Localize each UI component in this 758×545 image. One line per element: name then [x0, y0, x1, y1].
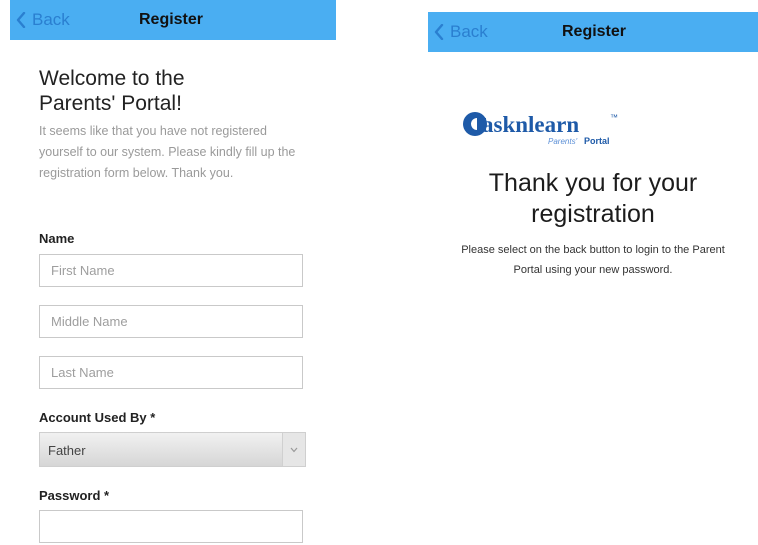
- welcome-message: It seems like that you have not register…: [39, 124, 296, 180]
- welcome-heading-line2: Parents' Portal!: [39, 92, 182, 115]
- asknlearn-logo: asknlearn ™ Parents' Portal: [463, 112, 618, 146]
- registration-success-screen: Back Register asknlearn ™ Parents' Porta…: [428, 12, 758, 545]
- page-title: Register: [561, 23, 627, 40]
- account-used-by-value: Father: [48, 443, 86, 458]
- first-name-input[interactable]: [39, 254, 303, 287]
- last-name-input[interactable]: [39, 356, 303, 389]
- logo-sub-portal: Portal: [584, 136, 610, 146]
- welcome-heading-line1: Welcome to the: [39, 67, 185, 90]
- name-label: Name: [39, 231, 75, 246]
- password-label: Password *: [39, 488, 110, 503]
- navigation-bar: Back Register: [10, 0, 336, 40]
- account-used-by-label: Account Used By *: [39, 410, 156, 425]
- thank-you-heading-line1: Thank you for your: [488, 169, 698, 197]
- logo-tm: ™: [610, 113, 618, 122]
- middle-name-input[interactable]: [39, 305, 303, 338]
- chevron-down-icon: [282, 433, 305, 466]
- register-form-screen: Back Register Welcome to the Parents' Po…: [10, 0, 336, 545]
- logo-sub-parents: Parents': [548, 137, 578, 146]
- account-used-by-select[interactable]: Father: [39, 432, 306, 467]
- welcome-heading: Welcome to the Parents' Portal!: [39, 66, 319, 116]
- logo-brand: asknlearn: [482, 112, 579, 137]
- thank-you-heading-line2: registration: [531, 200, 655, 228]
- navigation-bar: Back Register: [428, 12, 758, 52]
- thank-you-message: Please select on the back button to logi…: [461, 244, 725, 276]
- page-title: Register: [138, 11, 204, 28]
- password-input[interactable]: [39, 510, 303, 543]
- thank-you-heading: Thank you for your registration: [428, 168, 758, 230]
